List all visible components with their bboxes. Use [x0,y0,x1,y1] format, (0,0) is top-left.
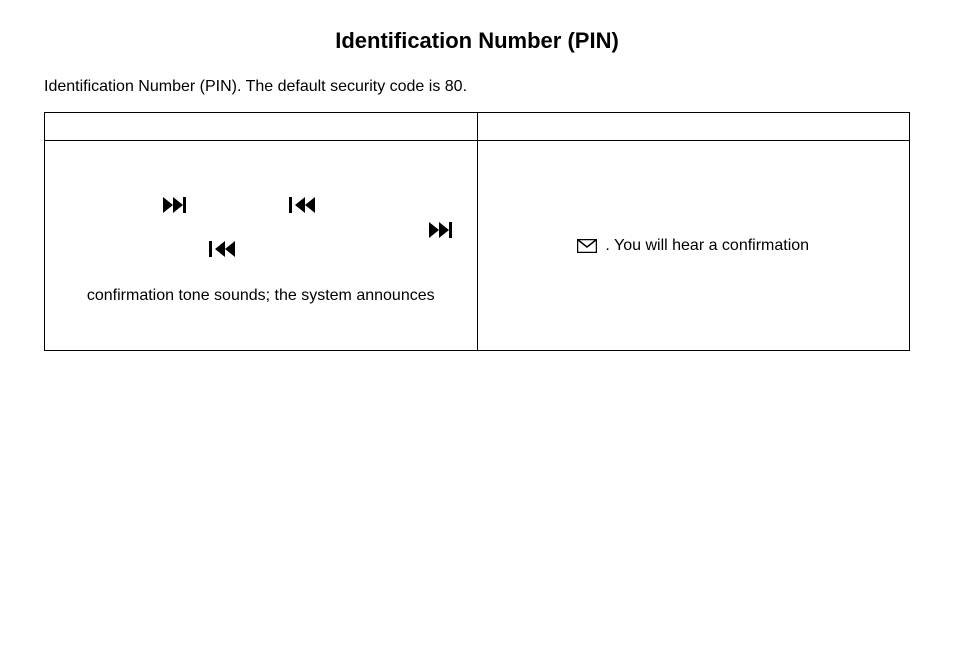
rewind-icon [209,241,235,257]
rewind-icon [289,197,315,213]
table-header-right [477,113,910,141]
right-cell-text: . You will hear a confirmation [605,237,809,255]
page-title: Identification Number (PIN) [44,28,910,54]
instruction-table: confirmation tone sounds; the system ann… [44,112,910,351]
table-cell-left: confirmation tone sounds; the system ann… [45,141,478,351]
table-header-left [45,113,478,141]
fast-forward-icon [429,222,455,238]
left-icon-cluster [63,187,459,267]
envelope-icon [577,239,597,253]
fast-forward-icon [163,197,189,213]
table-cell-right: . You will hear a confirmation [477,141,910,351]
left-cell-text: confirmation tone sounds; the system ann… [63,287,459,305]
intro-text: Identification Number (PIN). The default… [44,78,910,96]
